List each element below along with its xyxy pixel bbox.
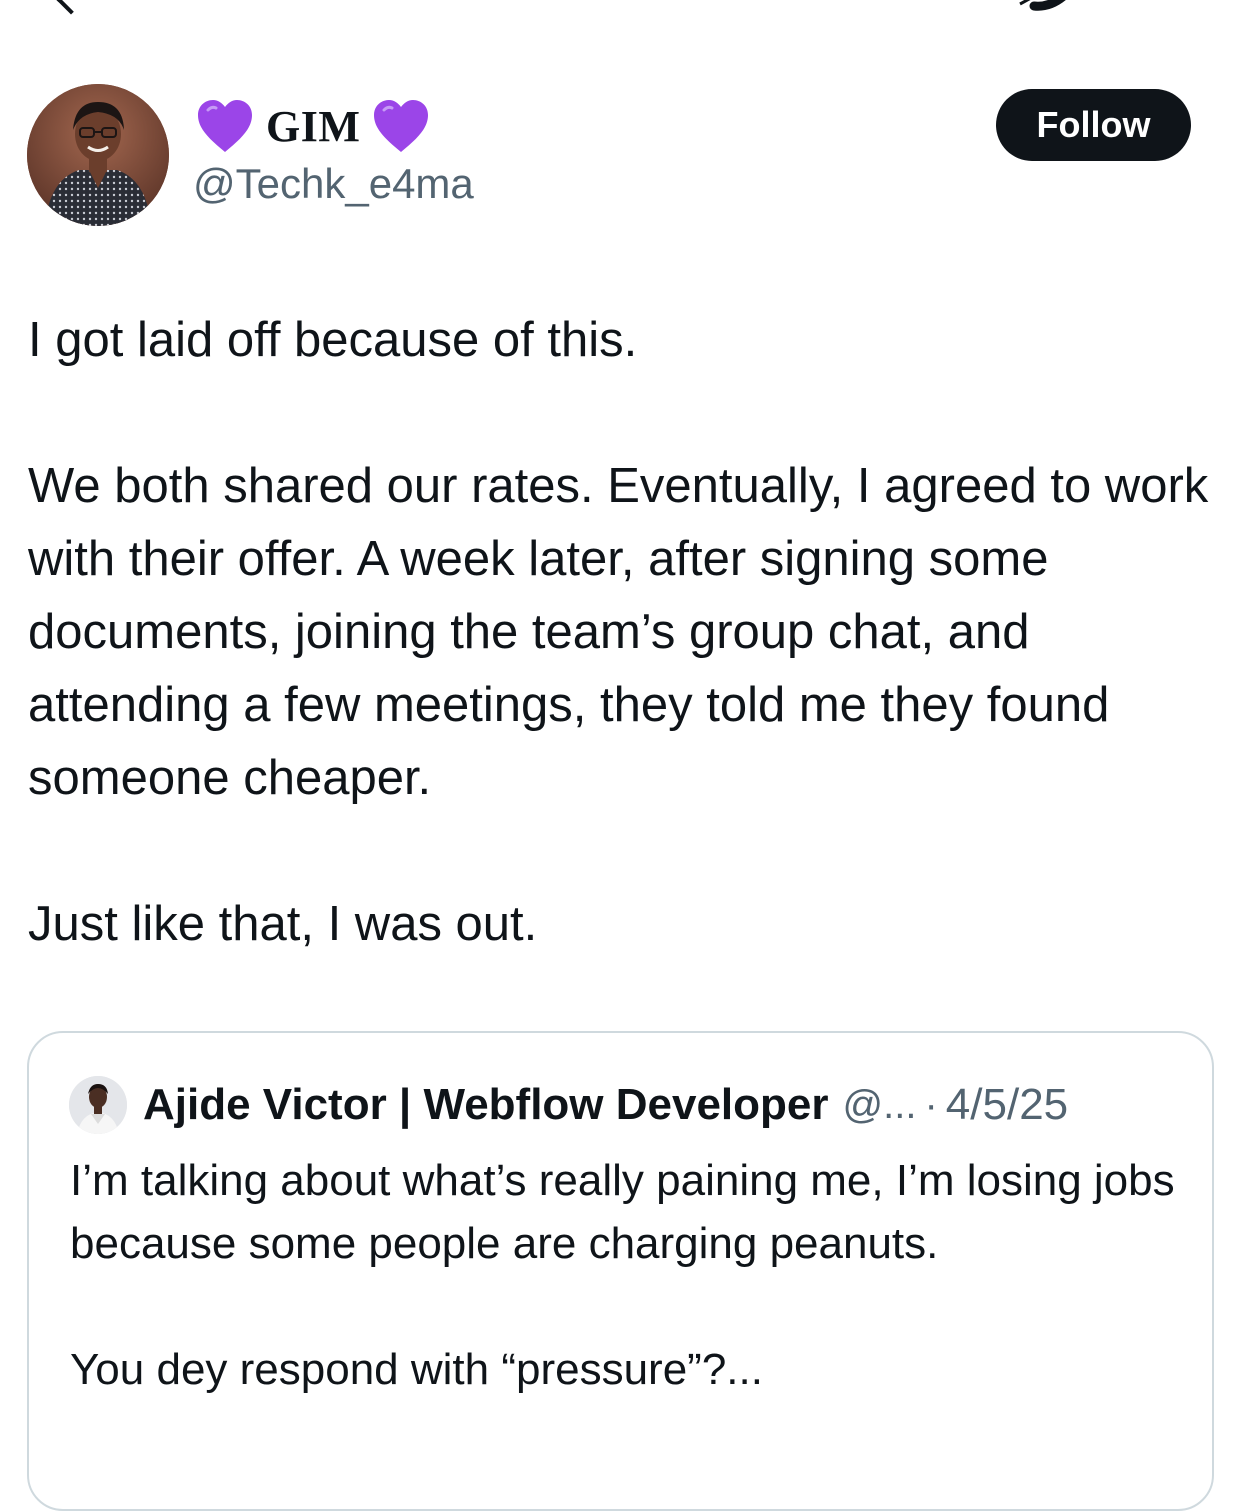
purple-heart-icon — [198, 100, 252, 152]
quoted-author-name: Ajide Victor | Webflow Developer — [143, 1080, 829, 1129]
quoted-author-handle: @... — [842, 1082, 917, 1127]
quoted-tweet-date: 4/5/25 — [945, 1080, 1069, 1129]
back-arrow-icon[interactable] — [55, 0, 87, 15]
author-handle[interactable]: @Techk_e4ma — [193, 160, 474, 208]
purple-heart-icon — [374, 100, 429, 152]
author-avatar[interactable] — [27, 84, 169, 226]
grok-icon[interactable] — [1012, 0, 1074, 12]
dot-separator: · — [924, 1082, 938, 1127]
quoted-tweet-paragraph: I’m talking about what’s really paining … — [70, 1156, 1175, 1268]
tweet-paragraph: I got laid off because of this. — [28, 313, 638, 367]
quoted-tweet-header: Ajide Victor | Webflow Developer @... · … — [69, 1075, 1068, 1135]
follow-button[interactable]: Follow — [996, 89, 1191, 161]
quoted-tweet-card[interactable]: Ajide Victor | Webflow Developer @... · … — [27, 1031, 1214, 1511]
author-name: GIM — [266, 101, 361, 151]
author-name-row[interactable]: GIM — [196, 96, 430, 156]
quoted-tweet-paragraph: You dey respond with “pressure”?... — [70, 1345, 763, 1394]
tweet-paragraph: We both shared our rates. Eventually, I … — [28, 459, 1209, 805]
quoted-tweet-text: I’m talking about what’s really paining … — [70, 1149, 1180, 1401]
tweet-paragraph: Just like that, I was out. — [28, 897, 538, 951]
tweet-text: I got laid off because of this. We both … — [28, 304, 1218, 961]
quoted-author-avatar[interactable] — [69, 1076, 127, 1134]
